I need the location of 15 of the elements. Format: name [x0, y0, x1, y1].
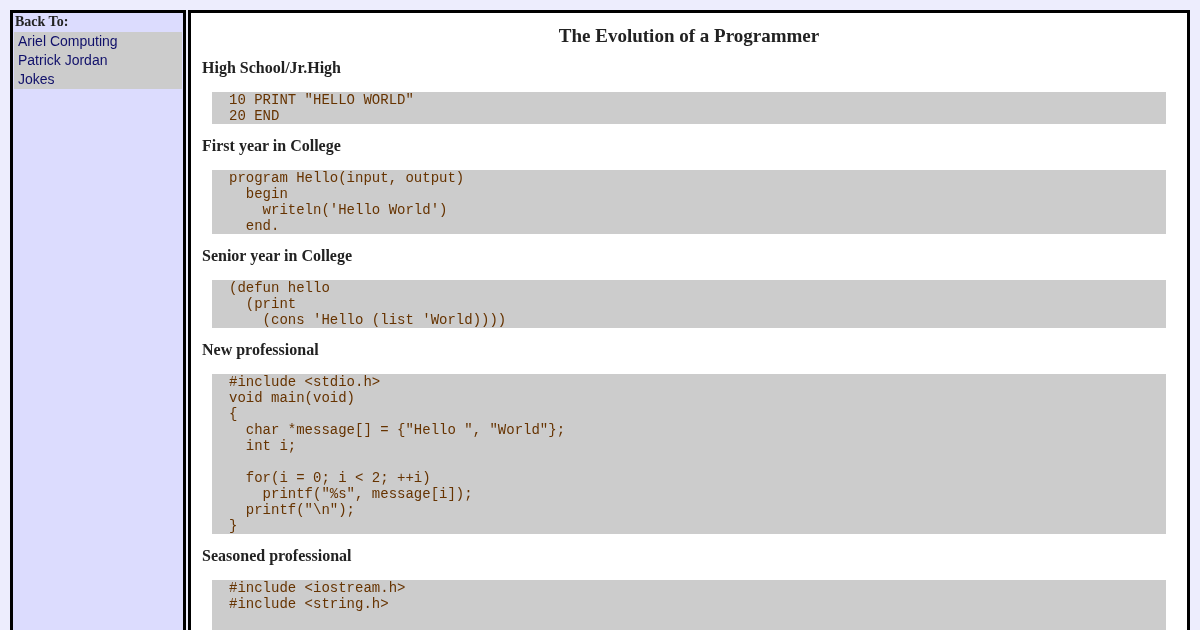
- nav-link[interactable]: Jokes: [18, 70, 55, 89]
- code-block: #include <iostream.h> #include <string.h>: [212, 580, 1166, 630]
- section-heading: First year in College: [202, 136, 341, 156]
- code-block: program Hello(input, output) begin writeln('Hello World') end.: [212, 170, 1166, 234]
- section-heading: Seasoned professional: [202, 546, 352, 566]
- nav-link[interactable]: Patrick Jordan: [18, 51, 108, 70]
- code-block: (defun hello (print (cons 'Hello (list 'World)))): [212, 280, 1166, 328]
- code-block: 10 PRINT "HELLO WORLD" 20 END: [212, 92, 1166, 124]
- page-title: The Evolution of a Programmer: [558, 25, 820, 47]
- section-heading: High School/Jr.High: [202, 58, 341, 78]
- nav-link[interactable]: Ariel Computing: [18, 32, 118, 51]
- section-heading: Senior year in College: [202, 246, 353, 266]
- back-to-label: Back To:: [15, 14, 69, 30]
- code-block: #include <stdio.h> void main(void) { char *message[] = {"Hello ", "World"}; int i; for(i = 0; i < 2; ++i) printf("%s", message[i]); printf("\n"); }: [212, 374, 1166, 534]
- section-heading: New professional: [202, 340, 319, 360]
